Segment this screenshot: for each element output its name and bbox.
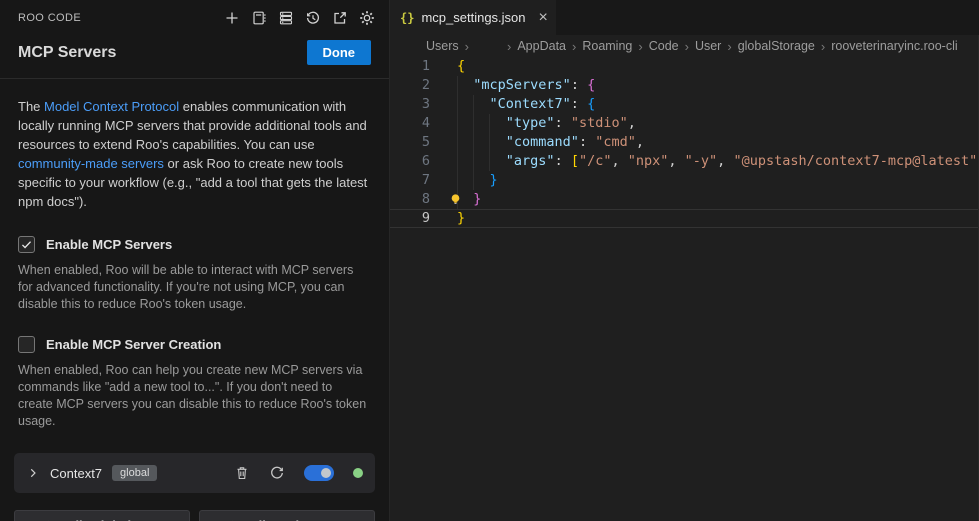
restart-icon[interactable] [269,465,285,481]
breadcrumb-separator-icon: › [638,39,642,54]
breadcrumb-separator-icon: › [572,39,576,54]
line-number: 4 [390,114,430,133]
server-actions [234,465,363,481]
breadcrumb-item[interactable]: User [695,39,721,53]
enable-mcp-servers-checkbox[interactable] [18,236,35,253]
gear-icon[interactable] [358,9,375,26]
editor-group: {} mcp_settings.json × Users › › AppData › Ro… [390,0,979,521]
sidebar-header: ROO CODE [0,0,389,30]
breadcrumb-item[interactable]: Code [649,39,679,53]
breadcrumb-separator-icon: › [727,39,731,54]
code-text: "mcpServers": { [430,76,595,95]
server-enabled-toggle[interactable] [304,465,334,481]
breadcrumb-separator-icon: › [685,39,689,54]
code-text: "command": "cmd", [430,133,644,152]
line-number: 8 [390,190,430,209]
mcp-settings-content: The Model Context Protocol enables commu… [0,79,389,521]
code-line: 7 } [390,171,979,190]
enable-mcp-creation-label: Enable MCP Server Creation [46,337,221,352]
breadcrumb-separator-icon: › [507,39,511,54]
code-line: 2 "mcpServers": { [390,76,979,95]
tab-bar: {} mcp_settings.json × [390,0,979,35]
breadcrumb-item[interactable]: globalStorage [738,39,815,53]
code-text: } [430,171,498,190]
enable-mcp-creation-description: When enabled, Roo can help you create ne… [18,362,371,430]
line-number: 3 [390,95,430,114]
code-text: } [430,209,465,228]
code-line: 6 "args": ["/c", "npx", "-y", "@upstash/… [390,152,979,171]
server-scope-badge: global [112,465,157,481]
enable-mcp-creation-checkbox[interactable] [18,336,35,353]
extension-title: ROO CODE [18,12,81,24]
enable-mcp-creation-row: Enable MCP Server Creation [18,336,371,353]
enable-mcp-servers-row: Enable MCP Servers [18,236,371,253]
line-number: 9 [390,209,430,228]
breadcrumb-item[interactable]: Roaming [582,39,632,53]
tab-mcp-settings-json[interactable]: {} mcp_settings.json × [390,0,556,35]
edit-project-mcp-label: Edit Project MCP [246,518,351,521]
trash-icon[interactable] [234,465,250,481]
plus-icon[interactable] [223,9,240,26]
notebook-icon[interactable] [250,9,267,26]
line-number: 7 [390,171,430,190]
code-line: 4 "type": "stdio", [390,114,979,133]
toggle-knob [321,468,331,478]
sidebar-toolbar [223,9,375,26]
breadcrumb-item[interactable]: rooveterinaryinc.roo-cli [831,39,957,53]
doc-link[interactable]: community-made servers [18,156,164,171]
code-line: 8 } [390,190,979,209]
json-file-icon: {} [400,11,414,25]
edit-project-mcp-button[interactable]: Edit Project MCP [199,510,375,521]
mcp-page-header: MCP Servers Done [0,30,389,79]
edit-global-mcp-button[interactable]: Edit Global MCP [14,510,190,521]
description-text: The [18,99,44,114]
page-title: MCP Servers [18,44,116,62]
history-icon[interactable] [304,9,321,26]
code-text: "type": "stdio", [430,114,636,133]
edit-global-mcp-label: Edit Global MCP [62,518,163,521]
done-button[interactable]: Done [307,40,372,65]
server-name: Context7 [50,466,102,481]
mcp-description: The Model Context Protocol enables commu… [18,97,371,211]
code-text: "args": ["/c", "npx", "-y", "@upstash/co… [430,152,979,171]
breadcrumb: Users › › AppData › Roaming › Code › User › globalS… [390,35,979,57]
breadcrumb-separator-icon: › [465,39,469,54]
enable-mcp-servers-description: When enabled, Roo will be able to intera… [18,262,371,313]
line-number: 6 [390,152,430,171]
server-status-dot [353,468,363,478]
server-expand-row[interactable]: Context7 global [26,465,234,481]
breadcrumb-item[interactable]: Users [426,39,459,53]
breadcrumb-separator-icon: › [821,39,825,54]
chevron-right-icon [26,466,40,480]
doc-link[interactable]: Model Context Protocol [44,99,179,114]
breadcrumb-item[interactable]: AppData [517,39,566,53]
line-number: 5 [390,133,430,152]
line-number: 1 [390,57,430,76]
code-line: 1{ [390,57,979,76]
code-text: "Context7": { [430,95,595,114]
roo-code-sidebar: ROO CODE [0,0,390,521]
close-icon[interactable]: × [539,10,548,26]
code-text: { [430,57,465,76]
open-in-editor-icon[interactable] [331,9,348,26]
code-line: 9} [390,209,979,228]
lightbulb-icon[interactable] [448,192,463,207]
code-editor[interactable]: 1{2 "mcpServers": {3 "Context7": {4 "typ… [390,57,979,521]
code-line: 3 "Context7": { [390,95,979,114]
mcp-server-icon[interactable] [277,9,294,26]
server-card-context7: Context7 global [14,453,375,493]
app-window: ROO CODE [0,0,979,521]
code-line: 5 "command": "cmd", [390,133,979,152]
line-number: 2 [390,76,430,95]
tab-label: mcp_settings.json [421,10,525,25]
edit-buttons-row: Edit Global MCP Edit Project MCP [14,510,375,521]
enable-mcp-servers-label: Enable MCP Servers [46,237,172,252]
